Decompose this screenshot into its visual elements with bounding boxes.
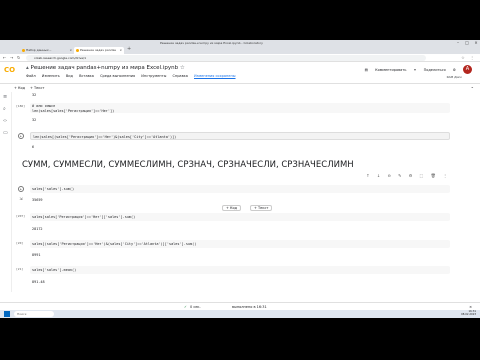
window-title: Решение задач pandas+numpy из мира Excel… (160, 41, 263, 45)
code-line: sales['sales'].sum() (32, 187, 75, 191)
taskbar-search[interactable]: Поиск (14, 311, 54, 317)
star-icon[interactable]: ☆ (180, 65, 185, 71)
code-snippets-icon[interactable]: ‹› (3, 118, 7, 124)
exec-finished: выполнено в 16:31 (232, 305, 267, 309)
tab-2-label: Решение задач pandas (80, 48, 116, 52)
toc-icon[interactable]: ≡ (3, 94, 7, 100)
forward-icon[interactable]: → (10, 55, 13, 60)
add-text-button[interactable]: + Текст (30, 86, 44, 90)
notebook-title[interactable]: ▴ Решение задач pandas+numpy из мира Exc… (26, 65, 185, 71)
close-tab-icon[interactable]: × (69, 47, 72, 54)
cell-output: 35659 (32, 198, 43, 202)
code-cell[interactable]: sales['sales'].sum() (30, 185, 450, 193)
clock-date: 08.02.2023 (461, 313, 476, 317)
settings-icon[interactable]: ⚙ (453, 68, 456, 72)
notebook-area: 32 [186] # или смысл len(sales[sales['Ре… (12, 92, 480, 302)
cell-output: 32 (32, 93, 37, 97)
cell-output: 32 (32, 118, 37, 122)
notebook-title-text: Решение задач pandas+numpy из мира Excel… (30, 65, 179, 71)
ram-disk-indicator[interactable]: RAM Диск (447, 75, 462, 79)
code-cell[interactable]: sales[sales['Регистрация']=='Нет']['sale… (30, 213, 450, 221)
header-actions: ▤ Комментировать ⚭ Поделиться ⚙ A (359, 65, 472, 74)
status-bar: ✓ 0 сек. выполнено в 16:31 × (0, 302, 480, 310)
browser-extension-icons[interactable]: ☆ ⋮ (461, 55, 476, 60)
new-tab-button[interactable]: + (127, 46, 131, 52)
menu-view[interactable]: Вид (66, 74, 73, 78)
cell-prompt: [20] (16, 241, 24, 245)
code-comment: # или смысл (32, 104, 56, 108)
menu-insert[interactable]: Вставка (79, 74, 94, 78)
url-field[interactable]: colab.research.google.com/drive/1 (26, 55, 426, 61)
cell-prompt: [207] (16, 214, 26, 218)
cell-prompt: [186] (16, 104, 26, 108)
notebook-toolbar: + Код + Текст ⌃ (0, 84, 480, 92)
system-clock[interactable]: 16:31 08.02.2023 (461, 310, 476, 316)
code-line: len(sales[sales['Регистрация']=='Нет']) (32, 108, 115, 113)
screen: Решение задач pandas+numpy из мира Excel… (0, 0, 480, 360)
start-icon[interactable] (4, 311, 10, 317)
cell-prompt: [21] (16, 267, 24, 271)
cell-output: 8991 (32, 253, 41, 257)
reload-icon[interactable]: ↻ (17, 55, 20, 60)
colab-header: CO ▴ Решение задач pandas+numpy из мира … (0, 62, 480, 84)
code-line: sales['sales'].mean() (32, 268, 77, 272)
output-options-icon[interactable]: ⇲ (18, 196, 24, 202)
close-tab-icon[interactable]: × (119, 47, 122, 54)
cell-output: 891.48 (32, 280, 45, 284)
run-cell-icon[interactable]: ▸ (18, 186, 24, 192)
browser-window: Решение задач pandas+numpy из мира Excel… (0, 40, 480, 310)
avatar[interactable]: A (463, 65, 472, 74)
share-icon: ⚭ (413, 67, 417, 72)
exec-duration: 0 сек. (190, 305, 201, 309)
files-icon[interactable]: ▭ (3, 130, 8, 136)
ram-label: RAM (446, 75, 454, 79)
menu-help[interactable]: Справка (172, 74, 187, 78)
code-cell-active[interactable]: len(sales[(sales['Регистрация']=='Нет')&… (30, 132, 450, 140)
share-button[interactable]: Поделиться (424, 68, 446, 72)
drive-icon: ▴ (26, 65, 29, 71)
code-line: len(sales[(sales['Регистрация']=='Нет')&… (33, 135, 177, 139)
menu-edit[interactable]: Изменить (42, 74, 60, 78)
comment-button[interactable]: Комментировать (375, 68, 406, 72)
tab-1-label: Набор данных... (26, 48, 52, 52)
check-icon: ✓ (184, 305, 187, 309)
menu-runtime[interactable]: Среда выполнения (100, 74, 135, 78)
colab-logo[interactable]: CO (4, 66, 18, 74)
code-line: sales[sales['Регистрация']=='Нет']['sale… (32, 215, 136, 219)
code-cell[interactable]: sales[(sales['Регистрация']=='Нет')&(sal… (30, 240, 450, 248)
tab-1[interactable]: Набор данных... × (20, 47, 74, 54)
back-icon[interactable]: ← (3, 55, 6, 60)
address-bar-row: ← → ↻ colab.research.google.com/drive/1 … (0, 54, 480, 62)
left-sidebar: ≡ ⌕ ‹› ▭ (0, 92, 12, 292)
disk-label: Диск (454, 75, 462, 79)
code-line: sales[(sales['Регистрация']=='Нет')&(sal… (32, 242, 197, 246)
colab-favicon-icon (22, 49, 25, 52)
code-cell[interactable]: # или смысл len(sales[sales['Регистрация… (30, 103, 450, 113)
taskbar: Поиск 16:31 08.02.2023 (0, 310, 480, 318)
cell-output: 28172 (32, 227, 43, 231)
close-status-icon[interactable]: × (469, 305, 472, 309)
tab-strip: Набор данных... × Решение задач pandas ×… (0, 46, 480, 54)
add-code-button[interactable]: + Код (14, 86, 25, 90)
menu-file[interactable]: Файл (26, 74, 36, 78)
collapse-header-icon[interactable]: ⌃ (471, 86, 474, 91)
search-icon[interactable]: ⌕ (3, 106, 6, 112)
menu-bar: Файл Изменить Вид Вставка Среда выполнен… (26, 74, 241, 78)
menu-tools[interactable]: Инструменты (141, 74, 166, 78)
colab-favicon-icon (76, 49, 79, 52)
section-heading: СУММ, СУММЕСЛИ, СУММЕСЛИМН, СРЗНАЧ, СРЗН… (22, 160, 354, 170)
changes-saved-link[interactable]: Изменения сохранены (194, 74, 236, 78)
comment-icon: ▤ (364, 67, 368, 72)
cell-output: 6 (32, 145, 35, 149)
cell-toolbar[interactable]: ↑ ↓ ⊖ ✎ ⚙ ⬚ 🗑 ⋮ (366, 173, 450, 178)
code-cell[interactable]: sales['sales'].mean() (30, 266, 450, 274)
add-text-cell-button[interactable]: + Текст (250, 205, 273, 211)
tab-2[interactable]: Решение задач pandas × (74, 47, 124, 54)
run-cell-icon[interactable]: ▸ (18, 133, 24, 139)
add-code-cell-button[interactable]: + Код (222, 205, 242, 211)
